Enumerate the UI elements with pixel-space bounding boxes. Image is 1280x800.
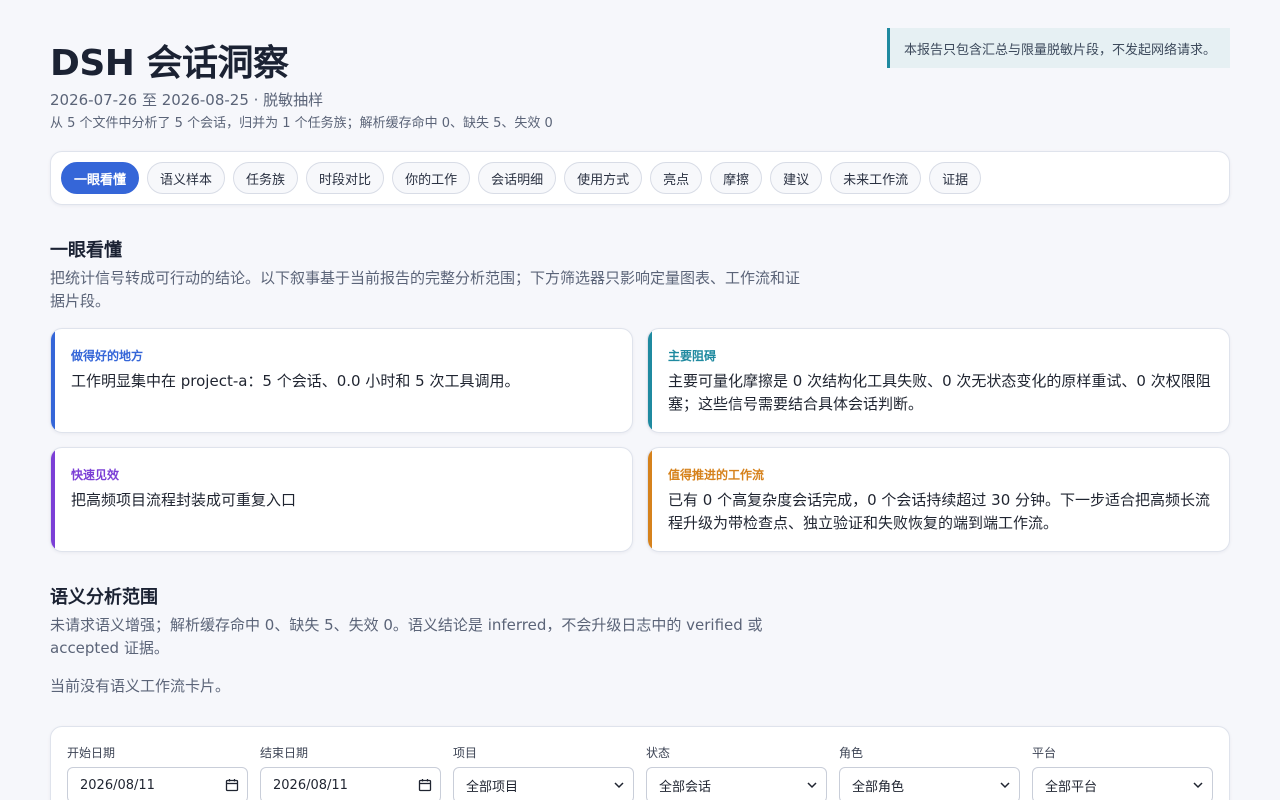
platform-select[interactable]: 全部平台 [1032,767,1213,800]
status-field: 状态 全部会话 [646,744,827,800]
date-range-subtitle: 2026-07-26 至 2026-08-25 · 脱敏抽样 [50,91,324,109]
chevron-down-icon [1000,782,1010,789]
report-header: DSH 会话洞察 2026-07-26 至 2026-08-25 · 脱敏抽样 … [50,0,1230,140]
overview-heading: 一眼看懂 [50,240,122,261]
start-date-field: 开始日期 2026/08/11 [67,744,248,800]
project-value: 全部项目 [466,779,519,795]
insight-card-blockers: 主要阻碍 主要可量化摩擦是 0 次结构化工具失败、0 次无状态变化的原样重试、0… [647,328,1230,433]
status-select[interactable]: 全部会话 [646,767,827,800]
overview-description: 把统计信号转成可行动的结论。以下叙事基于当前报告的完整分析范围；下方筛选器只影响… [50,269,801,310]
card-label: 值得推进的工作流 [668,468,765,482]
tab-task-families[interactable]: 任务族 [233,162,299,194]
tab-friction[interactable]: 摩擦 [710,162,763,194]
tab-usage[interactable]: 使用方式 [564,162,643,194]
tab-highlights[interactable]: 亮点 [650,162,703,194]
insight-card-strengths: 做得好的地方 工作明显集中在 project-a：5 个会话、0.0 小时和 5… [50,328,633,433]
semantic-heading: 语义分析范围 [50,587,158,608]
role-select[interactable]: 全部角色 [839,767,1020,800]
tab-future-workflows[interactable]: 未来工作流 [830,162,922,194]
project-select[interactable]: 全部项目 [453,767,634,800]
insight-card-quick-wins: 快速见效 把高频项目流程封装成可重复入口 [50,447,633,552]
status-label: 状态 [646,746,671,760]
status-value: 全部会话 [659,779,712,795]
analysis-summary: 从 5 个文件中分析了 5 个会话，归并为 1 个任务族；解析缓存命中 0、缺失… [50,116,553,131]
insight-card-workflows: 值得推进的工作流 已有 0 个高复杂度会话完成，0 个会话持续超过 30 分钟。… [647,447,1230,552]
card-label: 快速见效 [71,468,120,482]
semantic-description: 未请求语义增强；解析缓存命中 0、缺失 5、失效 0。语义结论是 inferre… [50,616,763,657]
semantic-empty-note: 当前没有语义工作流卡片。 [50,677,231,695]
tab-overview[interactable]: 一眼看懂 [61,162,140,194]
role-value: 全部角色 [852,779,905,795]
tab-session-details[interactable]: 会话明细 [478,162,557,194]
chevron-down-icon [807,782,817,789]
tab-your-work[interactable]: 你的工作 [392,162,471,194]
card-text: 主要可量化摩擦是 0 次结构化工具失败、0 次无状态变化的原样重试、0 次权限阻… [668,372,1211,413]
project-field: 项目 全部项目 [453,744,634,800]
section-nav: 一眼看懂 语义样本 任务族 时段对比 你的工作 会话明细 使用方式 亮点 摩擦 … [50,151,1230,205]
report-page: DSH 会话洞察 2026-07-26 至 2026-08-25 · 脱敏抽样 … [50,0,1230,800]
end-date-label: 结束日期 [260,746,309,760]
calendar-icon [225,779,239,792]
page-title: DSH 会话洞察 [50,43,289,84]
chevron-down-icon [614,782,624,789]
end-date-input[interactable]: 2026/08/11 [260,767,441,800]
privacy-notice: 本报告只包含汇总与限量脱敏片段，不发起网络请求。 [886,28,1230,68]
card-label: 主要阻碍 [668,349,717,363]
tab-period-compare[interactable]: 时段对比 [306,162,385,194]
card-label: 做得好的地方 [71,349,144,363]
role-field: 角色 全部角色 [839,744,1020,800]
tab-semantic-samples[interactable]: 语义样本 [147,162,226,194]
tab-evidence[interactable]: 证据 [929,162,982,194]
tab-suggestions[interactable]: 建议 [770,162,823,194]
start-date-label: 开始日期 [67,746,116,760]
filter-panel: 开始日期 2026/08/11 结束日期 2026/08/11 项目 全部项目 … [50,726,1230,800]
card-text: 已有 0 个高复杂度会话完成，0 个会话持续超过 30 分钟。下一步适合把高频长… [668,491,1211,532]
platform-label: 平台 [1032,746,1057,760]
chevron-down-icon [1193,782,1203,789]
project-label: 项目 [453,746,478,760]
start-date-value: 2026/08/11 [80,777,155,793]
platform-field: 平台 全部平台 [1032,744,1213,800]
platform-value: 全部平台 [1045,779,1098,795]
role-label: 角色 [839,746,864,760]
end-date-value: 2026/08/11 [273,777,348,793]
card-text: 工作明显集中在 project-a：5 个会话、0.0 小时和 5 次工具调用。 [71,372,520,390]
calendar-icon [418,779,432,792]
start-date-input[interactable]: 2026/08/11 [67,767,248,800]
card-text: 把高频项目流程封装成可重复入口 [71,491,297,509]
end-date-field: 结束日期 2026/08/11 [260,744,441,800]
